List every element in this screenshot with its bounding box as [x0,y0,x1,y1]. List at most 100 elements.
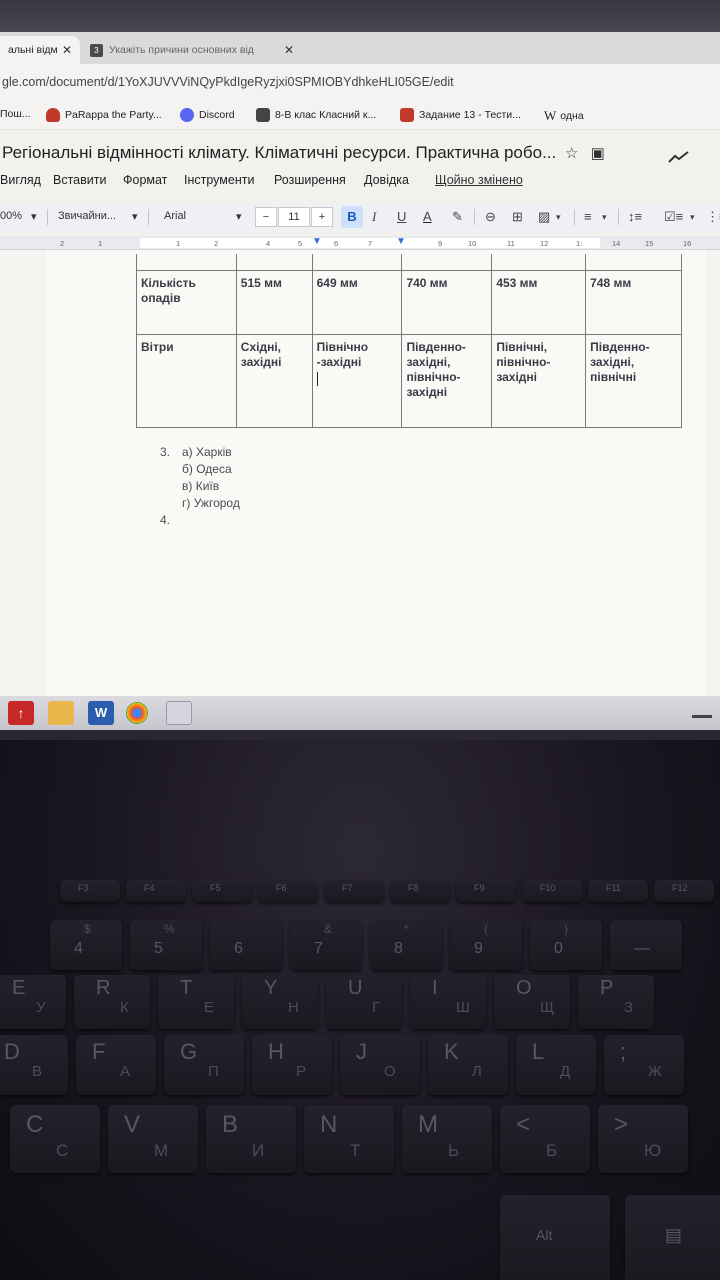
number-key[interactable]: * 8 [370,920,442,970]
function-key[interactable]: F11 [588,880,648,902]
chevron-down-icon[interactable]: ▾ [690,212,695,223]
letter-key[interactable]: OЩ [494,975,570,1029]
letter-key[interactable]: BИ [206,1105,296,1173]
underline-button[interactable]: U [397,209,406,224]
table-cell[interactable]: Східні, західні [235,333,313,428]
letter-key[interactable]: PЗ [578,975,654,1029]
chevron-down-icon[interactable]: ▾ [602,212,607,223]
tab-marker-icon[interactable]: ▼ [396,236,406,247]
menu-view[interactable]: Вигляд [0,173,41,187]
function-key[interactable]: F12 [654,880,714,902]
letter-key[interactable]: < Б [500,1105,590,1173]
letter-key[interactable]: KЛ [428,1035,508,1095]
table-cell-active[interactable]: Північно -західні [311,333,403,428]
menu-format[interactable]: Формат [123,173,167,187]
bullet-list-icon[interactable]: ⋮≡ [706,209,720,225]
zoom-select[interactable]: 00% [0,210,22,222]
last-edit-link[interactable]: Щойно змінено [435,173,523,187]
bold-button[interactable]: B [341,206,363,228]
letter-key[interactable]: EУ [0,975,66,1029]
letter-key[interactable]: TЕ [158,975,234,1029]
table-cell[interactable]: 453 мм [491,269,587,335]
letter-key[interactable]: > Ю [598,1105,688,1173]
menu-insert[interactable]: Вставити [53,173,106,187]
ruler[interactable]: 2 1 1 2 4 5 ▼ 6 7 ▼ 9 10 11 12 1: 14 15 … [0,236,720,250]
function-key[interactable]: F8 [390,880,450,902]
letter-key[interactable]: DВ [0,1035,68,1095]
indent-marker-icon[interactable]: ▼ [312,236,322,247]
letter-key[interactable]: RК [74,975,150,1029]
number-key[interactable]: (9 [450,920,522,970]
table-cell[interactable]: 748 мм [585,269,682,335]
context-key[interactable]: ▤ [625,1195,720,1280]
star-icon[interactable]: ☆ [565,145,578,162]
font-size-increase-button[interactable]: + [311,207,333,227]
bookmark-item[interactable]: Пош... [0,108,31,120]
function-key[interactable]: F6 [258,880,318,902]
document-title[interactable]: Регіональні відмінності клімату. Клімати… [2,143,556,163]
image-icon[interactable]: ▨ [538,209,550,225]
table-cell[interactable]: Південно-західні, північно-західні [401,333,493,428]
word-icon[interactable]: W [88,701,114,725]
file-explorer-icon[interactable] [48,701,74,725]
bookmark-item[interactable]: PaRappa the Party... [46,108,162,122]
app-icon[interactable]: ↑ [8,701,34,725]
function-key[interactable]: F7 [324,880,384,902]
chrome-icon[interactable] [126,702,148,724]
document-page[interactable]: Кількість опадів 515 мм 649 мм 740 мм 45… [46,250,706,696]
row-header-winds[interactable]: Вітри [136,333,237,428]
align-icon[interactable]: ≡ [584,209,592,224]
table-cell[interactable]: 515 мм [235,269,313,335]
chrome-active-window-icon[interactable] [166,701,192,725]
letter-key[interactable]: MЬ [402,1105,492,1173]
function-key[interactable]: F9 [456,880,516,902]
table-cell[interactable]: Південно-західні, північні [585,333,682,428]
letter-key[interactable]: HР [252,1035,332,1095]
letter-key[interactable]: FА [76,1035,156,1095]
move-folder-icon[interactable]: ▣ [591,145,605,162]
link-icon[interactable]: ⊖ [485,209,496,225]
function-key[interactable]: F5 [192,880,252,902]
number-key[interactable]: & 7 [290,920,362,970]
text-color-button[interactable]: A [423,209,432,224]
table-cell[interactable]: 740 мм [401,269,493,335]
address-bar[interactable]: gle.com/document/d/1YoXJUVVViNQyPkdIgeRy… [0,64,720,100]
tab-inactive[interactable]: 3 Укажіть причини основних від ✕ [82,36,302,64]
line-spacing-icon[interactable]: ↕≡ [628,209,642,224]
menu-tools[interactable]: Інструменти [184,173,254,187]
close-tab-icon[interactable]: ✕ [62,43,72,57]
alt-key[interactable]: Alt [500,1195,610,1280]
tab-active[interactable]: альні відм ✕ [0,36,80,64]
checklist-icon[interactable]: ☑≡ [664,209,683,225]
number-key[interactable]: % 5 [130,920,202,970]
style-select[interactable]: Звичайни... [58,210,116,222]
letter-key[interactable]: IШ [410,975,486,1029]
highlight-pen-icon[interactable]: ✎ [452,209,463,225]
chevron-down-icon[interactable]: ▾ [236,210,242,223]
number-key[interactable]: — [610,920,682,970]
climate-table[interactable]: Кількість опадів 515 мм 649 мм 740 мм 45… [136,254,682,428]
system-tray-icon[interactable]: ▬▬ [692,710,712,721]
letter-key[interactable]: UГ [326,975,402,1029]
answer-list[interactable]: 3. а) Харків б) Одеса в) Київ г) Ужгород… [160,444,240,529]
font-select[interactable]: Arial [164,210,186,222]
letter-key[interactable]: NТ [304,1105,394,1173]
letter-key[interactable]: GП [164,1035,244,1095]
bookmark-item[interactable]: Wодна [544,108,584,124]
bookmark-item[interactable]: Задание 13 - Тести... [400,108,521,122]
number-key[interactable]: 6 [210,920,282,970]
comment-icon[interactable]: ⊞ [512,209,523,225]
font-size-input[interactable]: 11 [278,207,310,227]
activity-trend-icon[interactable] [668,150,690,164]
chevron-down-icon[interactable]: ▾ [556,212,561,223]
table-cell[interactable]: Північні, північно-західні [491,333,587,428]
letter-key[interactable]: JО [340,1035,420,1095]
letter-key[interactable]: ; Ж [604,1035,684,1095]
menu-help[interactable]: Довідка [364,173,409,187]
number-key[interactable]: $4 [50,920,122,970]
function-key[interactable]: F4 [126,880,186,902]
bookmark-item[interactable]: 8-В клас Класний к... [256,108,376,122]
letter-key[interactable]: VМ [108,1105,198,1173]
letter-key[interactable]: YН [242,975,318,1029]
italic-button[interactable]: I [372,209,376,225]
